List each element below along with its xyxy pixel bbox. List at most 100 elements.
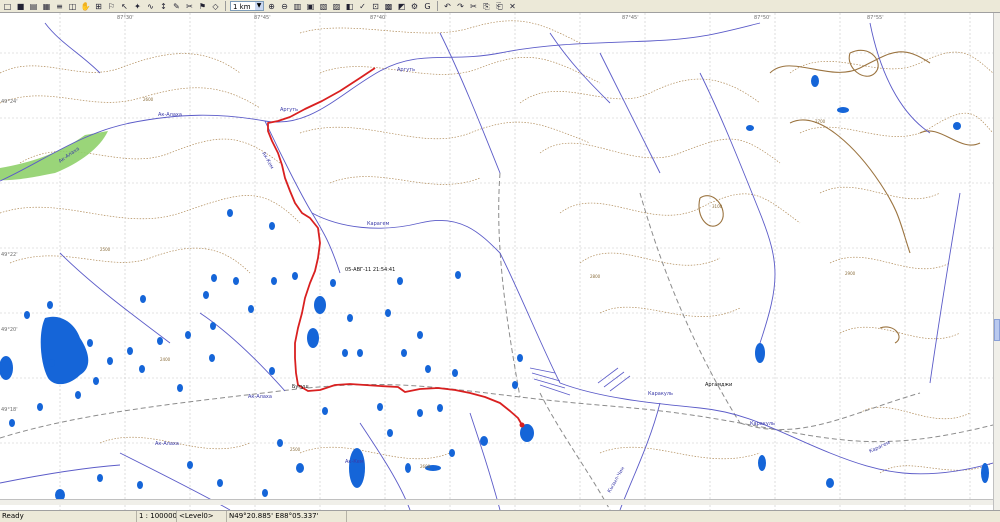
copy-icon[interactable]: ⎘ [481, 1, 492, 12]
app-window: □ ■ ▤ ▦ ≡ ◫ ✋ ⊞ ⚐ ↖ ✦ ∿ ↕ ✎ ✂ ⚑ ◇ 1 km ▼ ⊕ ⊖ ▥ ▣ ▧ ▨ ◧ ✓ ⊡ ▩ ◩ ⚙ G ↶… [0, 0, 1000, 522]
measure-icon[interactable]: ↕ [158, 1, 169, 12]
elevation-label: 2800 [590, 274, 601, 279]
google-icon[interactable]: G [422, 1, 433, 12]
compare-icon[interactable]: ⊡ [370, 1, 381, 12]
zoom-out-icon[interactable]: ⊖ [279, 1, 290, 12]
horizontal-scrollbar[interactable] [0, 499, 993, 505]
gps-track [267, 67, 523, 426]
top-coord-label: 87°45' [622, 15, 639, 21]
pointer-icon[interactable]: ↖ [119, 1, 130, 12]
lake [271, 277, 277, 285]
scale-select-value: 1 km [233, 3, 251, 11]
map-view-icon[interactable]: ▣ [305, 1, 316, 12]
waypoint-icon[interactable]: ⚐ [106, 1, 117, 12]
lake [248, 305, 254, 313]
lake [127, 347, 133, 355]
vertical-scroll-thumb[interactable] [994, 319, 1000, 341]
elevation-label: 2600 [143, 97, 154, 102]
route-icon[interactable]: ∿ [145, 1, 156, 12]
lake [49, 359, 55, 367]
lake [342, 349, 348, 357]
vertex-icon[interactable]: ◇ [210, 1, 221, 12]
status-bar: Ready 1 : 100000 <Level0> N49°20.885' E8… [0, 510, 1000, 522]
lake [401, 349, 407, 357]
toolbar-group-file: □ ■ ▤ ▦ ≡ ◫ ✋ ⊞ ⚐ ↖ ✦ ∿ ↕ ✎ ✂ ⚑ ◇ [2, 1, 221, 12]
top-coord-label: 87°40' [370, 15, 387, 21]
lake [425, 365, 431, 373]
lake [210, 322, 216, 330]
main-toolbar: □ ■ ▤ ▦ ≡ ◫ ✋ ⊞ ⚐ ↖ ✦ ∿ ↕ ✎ ✂ ⚑ ◇ 1 km ▼ ⊕ ⊖ ▥ ▣ ▧ ▨ ◧ ✓ ⊡ ▩ ◩ ⚙ G ↶… [0, 0, 1000, 13]
lake [187, 461, 193, 469]
settings-icon[interactable]: ⚙ [409, 1, 420, 12]
track-icon[interactable]: ≡ [54, 1, 65, 12]
save-icon[interactable]: ■ [15, 1, 26, 12]
lake [217, 479, 223, 487]
lake [330, 279, 336, 287]
lake [233, 277, 239, 285]
lake [262, 489, 268, 497]
top-coord-label: 87°55' [867, 15, 884, 21]
satellite-icon[interactable]: ▨ [331, 1, 342, 12]
status-scale: 1 : 100000 [136, 511, 176, 522]
river-label: Каракуль [648, 391, 673, 397]
map-set-icon[interactable]: ▧ [318, 1, 329, 12]
chevron-down-icon[interactable]: ▼ [255, 2, 263, 10]
new-file-icon[interactable]: □ [2, 1, 13, 12]
lake [387, 429, 393, 437]
map-canvas[interactable]: 87°30' 87°45' 87°40' 87°45' 87°50' 87°55… [0, 13, 993, 510]
lake [227, 209, 233, 217]
elevation-label: 2500 [100, 247, 111, 252]
hand-pan-icon[interactable]: ✋ [80, 1, 91, 12]
lake [277, 439, 283, 447]
top-coord-label: 87°45' [254, 15, 271, 21]
river-label: Кызыл-Чин [607, 466, 627, 494]
lake [347, 314, 353, 322]
status-empty [346, 511, 1000, 522]
edit-track-icon[interactable]: ✎ [171, 1, 182, 12]
lake [269, 367, 275, 375]
river-label: Карагем [367, 221, 390, 227]
lake [292, 272, 298, 280]
lake [139, 365, 145, 373]
print-icon[interactable]: ▦ [41, 1, 52, 12]
map-grid [0, 13, 993, 510]
layers-icon[interactable]: ◫ [67, 1, 78, 12]
elevation-label: 2600 [420, 464, 431, 469]
image-icon[interactable]: ▩ [383, 1, 394, 12]
lake [157, 337, 163, 345]
left-coord-label: 49°18' [1, 407, 18, 413]
map-view[interactable]: 87°30' 87°45' 87°40' 87°45' 87°50' 87°55… [0, 13, 993, 510]
river-label: Ак-Алаха [248, 394, 272, 400]
map-list-icon[interactable]: ▥ [292, 1, 303, 12]
cut-icon[interactable]: ✂ [468, 1, 479, 12]
vertical-scrollbar[interactable] [993, 13, 1000, 510]
flag-icon[interactable]: ⚑ [197, 1, 208, 12]
river-label: Ак-Кем [260, 151, 275, 170]
top-coord-label: 87°50' [754, 15, 771, 21]
scale-select[interactable]: 1 km ▼ [230, 1, 264, 11]
lake [269, 222, 275, 230]
overlay-icon[interactable]: ◧ [344, 1, 355, 12]
lake [322, 407, 328, 415]
check-icon[interactable]: ✓ [357, 1, 368, 12]
zoom-in-icon[interactable]: ⊕ [266, 1, 277, 12]
river-label: Ак-Алаха [158, 112, 182, 118]
river-label: Аргуть [280, 107, 298, 113]
lake [93, 377, 99, 385]
elevation-label: 2900 [845, 271, 856, 276]
lake [397, 277, 403, 285]
grid-icon[interactable]: ⊞ [93, 1, 104, 12]
split-icon[interactable]: ✂ [184, 1, 195, 12]
redo-icon[interactable]: ↷ [455, 1, 466, 12]
undo-icon[interactable]: ↶ [442, 1, 453, 12]
lake [512, 381, 518, 389]
delete-icon[interactable]: ✕ [507, 1, 518, 12]
lake [417, 331, 423, 339]
open-icon[interactable]: ▤ [28, 1, 39, 12]
node-icon[interactable]: ✦ [132, 1, 143, 12]
paste-icon[interactable]: ⎗ [494, 1, 505, 12]
lake [517, 354, 523, 362]
track-endpoint [519, 422, 525, 428]
image-copy-icon[interactable]: ◩ [396, 1, 407, 12]
elevation-labels: 2600 2500 2400 2700 2800 2900 3100 2600 … [100, 97, 856, 469]
